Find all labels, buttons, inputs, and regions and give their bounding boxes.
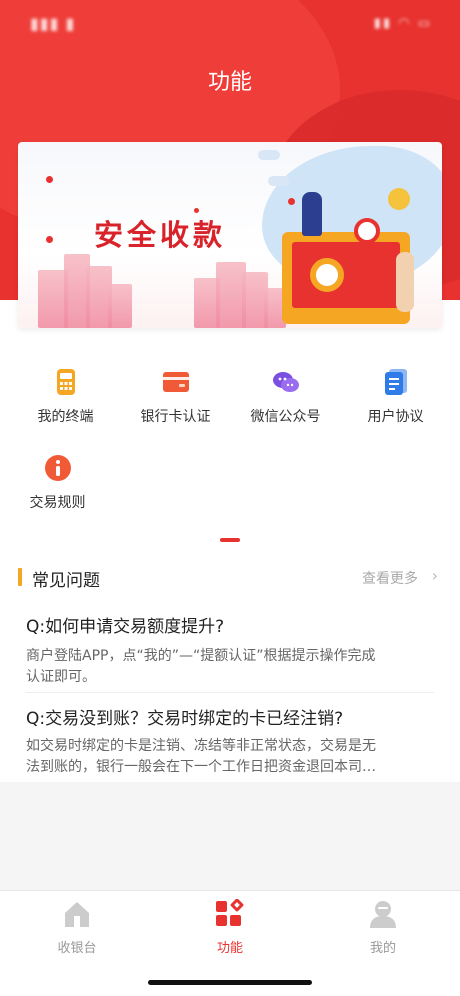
laptop-screen [292,242,400,308]
faq-answer-line: 商户登陆APP，点“我的”—“提额认证”根据提示操作完成 [26,648,376,664]
feature-user-agreement[interactable]: 用户协议 [338,368,453,426]
bank-card-icon [162,368,190,396]
feature-label: 我的终端 [37,409,94,425]
faq-title: 常见问题 [32,571,100,591]
section-accent-bar [18,568,22,586]
view-more-link[interactable]: 查看更多 [362,568,418,588]
wechat-icon [272,368,300,396]
user-icon [368,901,398,933]
status-icons: ▮▮ ◠ ▭ [373,16,432,31]
home-indicator [148,980,312,985]
document-icon [382,368,410,396]
person-illustration [302,192,322,236]
faq-answer-line: 如交易时绑定的卡是注销、冻结等非正常状态，交易是无 [26,738,376,754]
feature-wechat[interactable]: 微信公众号 [228,368,343,426]
grid-icon [214,898,246,933]
feature-label: 交易规则 [29,495,86,511]
page-title: 功能 [207,70,252,95]
tab-functions[interactable]: 功能 [190,898,270,956]
lightbulb-icon [388,188,410,210]
tab-label: 我的 [369,941,396,956]
tab-label: 功能 [216,941,243,956]
person-illustration [396,252,414,312]
building-shape [108,284,132,328]
info-icon [44,454,72,482]
banner-dot [46,176,53,183]
faq-question[interactable]: Q:如何申请交易额度提升? [26,612,436,637]
feature-bank-card[interactable]: 银行卡认证 [118,368,233,426]
hero-section: ▮▮▮ ▮ ▮▮ ◠ ▭ 功能 安全收款 [0,0,460,350]
feature-trade-rules[interactable]: 交易规则 [0,454,115,512]
cloud-icon [258,150,280,160]
feature-my-terminal[interactable]: 我的终端 [8,368,123,426]
banner-dot [288,198,295,205]
faq-section: 常见问题 查看更多 › Q:如何申请交易额度提升? 商户登陆APP，点“我的”—… [0,558,460,782]
chevron-right-icon[interactable]: › [432,566,438,585]
tab-cashier[interactable]: 收银台 [37,899,117,956]
feature-label: 银行卡认证 [140,409,211,425]
status-time: ▮▮▮ ▮ [30,14,76,33]
faq-question[interactable]: Q:交易没到账？交易时绑定的卡已经注销? [26,704,436,729]
banner-title: 安全收款 [94,218,227,252]
divider [26,692,434,693]
feature-grid: 我的终端 银行卡认证 微信公众号 用户协议 交易规则 [0,350,460,558]
faq-answer-line: 法到账的，银行一般会在下一个工作日把资金退回本司… [26,759,376,775]
target-icon [354,218,380,244]
feature-label: 微信公众号 [250,409,321,425]
status-bar: ▮▮▮ ▮ ▮▮ ◠ ▭ [0,0,460,48]
promo-banner[interactable]: 安全收款 [18,142,442,328]
coin-icon [310,258,344,292]
tab-label: 收银台 [57,941,97,956]
home-icon [62,902,92,933]
tab-mine[interactable]: 我的 [343,899,423,956]
page-indicator [220,538,240,542]
pos-terminal-icon [52,368,80,396]
cloud-icon [268,176,290,186]
laptop-illustration [282,232,410,324]
faq-answer-line: 认证即可。 [26,669,96,685]
banner-dot [46,236,53,243]
feature-label: 用户协议 [367,409,424,425]
